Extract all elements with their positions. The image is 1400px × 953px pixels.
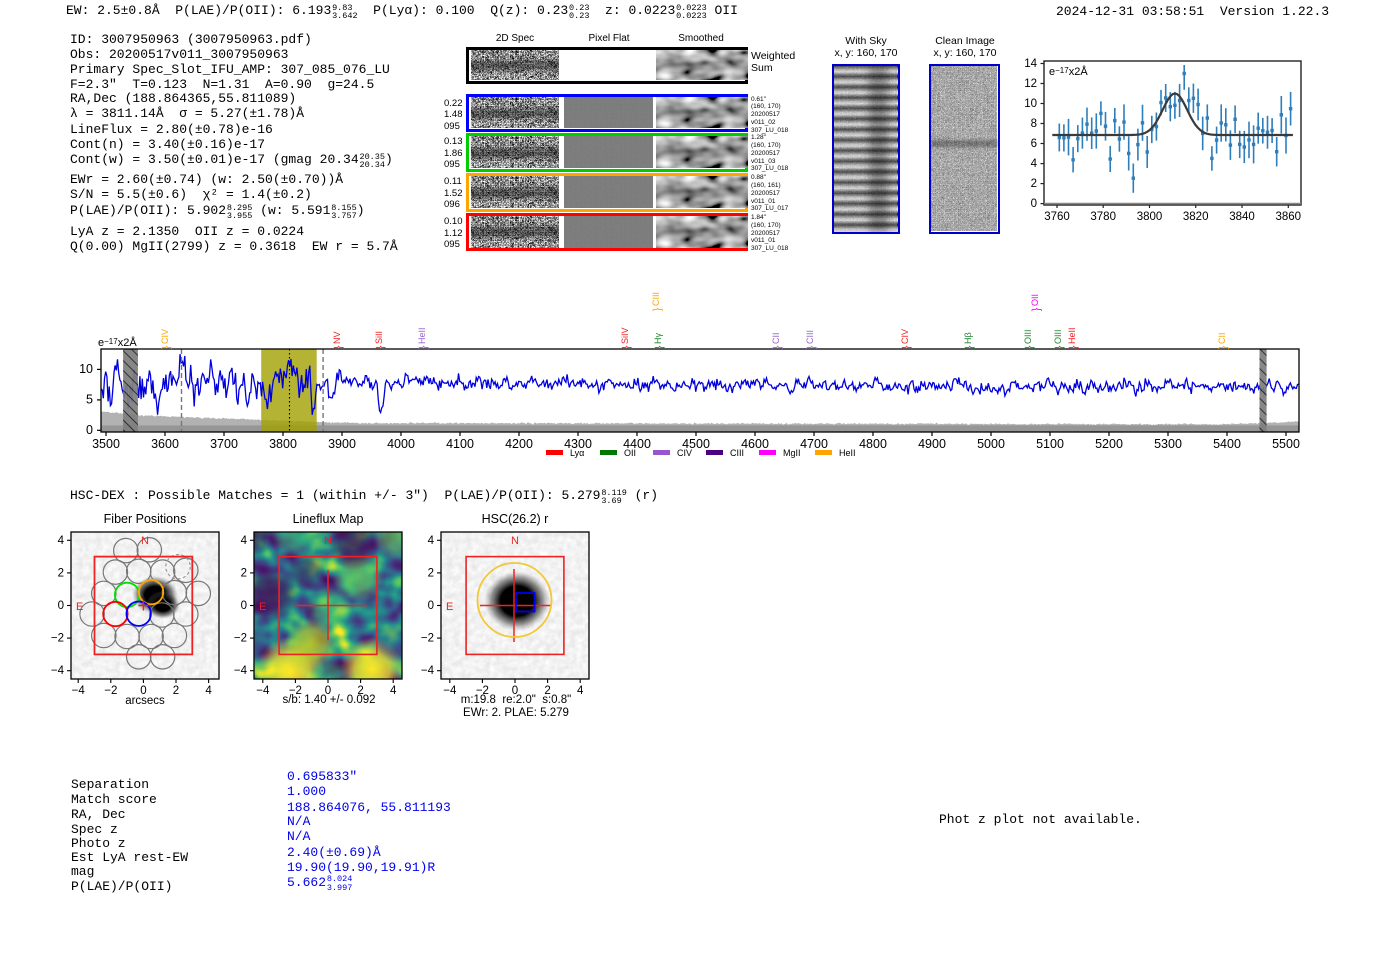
svg-text:4100: 4100 [446, 437, 474, 451]
svg-text:3900: 3900 [328, 437, 356, 451]
svg-text:e−17x2Å: e−17x2Å [98, 336, 137, 349]
svg-text:14: 14 [1024, 58, 1037, 70]
svg-text:−2: −2 [51, 633, 64, 645]
svg-text:5300: 5300 [1154, 437, 1182, 451]
svg-text:−4: −4 [421, 665, 435, 677]
svg-text:2: 2 [241, 567, 247, 579]
svg-text:3800: 3800 [269, 437, 297, 451]
svg-text:4: 4 [428, 535, 435, 547]
svg-text:−2: −2 [234, 633, 247, 645]
svg-text:3800: 3800 [1137, 211, 1163, 223]
svg-text:2: 2 [58, 567, 64, 579]
svg-text:4200: 4200 [505, 437, 533, 451]
svg-text:4: 4 [241, 535, 248, 547]
svg-text:3600: 3600 [151, 437, 179, 451]
svg-text:5500: 5500 [1272, 437, 1300, 451]
svg-text:5200: 5200 [1095, 437, 1123, 451]
svg-text:E: E [76, 601, 83, 613]
svg-text:8: 8 [1031, 118, 1037, 130]
svg-text:0: 0 [58, 600, 64, 612]
svg-text:4800: 4800 [859, 437, 887, 451]
svg-text:4000: 4000 [387, 437, 415, 451]
svg-text:10: 10 [1024, 98, 1037, 110]
svg-text:3500: 3500 [92, 437, 120, 451]
svg-text:10: 10 [79, 362, 93, 376]
svg-text:0: 0 [428, 600, 434, 612]
svg-text:−2: −2 [421, 633, 434, 645]
svg-text:E: E [259, 601, 266, 613]
svg-text:4: 4 [58, 535, 65, 547]
svg-text:6: 6 [1031, 138, 1037, 150]
svg-text:3780: 3780 [1090, 211, 1116, 223]
svg-text:12: 12 [1024, 78, 1037, 90]
svg-text:3820: 3820 [1183, 211, 1209, 223]
svg-text:E: E [446, 601, 453, 613]
svg-text:3700: 3700 [210, 437, 238, 451]
svg-text:3840: 3840 [1229, 211, 1255, 223]
svg-text:N: N [324, 535, 332, 547]
svg-text:5000: 5000 [977, 437, 1005, 451]
svg-text:N: N [141, 535, 149, 547]
svg-text:0: 0 [1031, 198, 1037, 210]
svg-text:5400: 5400 [1213, 437, 1241, 451]
svg-text:e−17x2Å: e−17x2Å [1049, 65, 1088, 78]
svg-text:N: N [511, 535, 519, 547]
svg-text:4900: 4900 [918, 437, 946, 451]
svg-text:3860: 3860 [1276, 211, 1302, 223]
svg-text:−4: −4 [234, 665, 248, 677]
svg-text:0: 0 [241, 600, 247, 612]
svg-text:5: 5 [86, 392, 93, 406]
svg-text:5100: 5100 [1036, 437, 1064, 451]
svg-text:4: 4 [1031, 158, 1038, 170]
svg-text:−4: −4 [51, 665, 65, 677]
svg-text:2: 2 [1031, 178, 1037, 190]
svg-text:0: 0 [86, 423, 93, 437]
svg-text:3760: 3760 [1044, 211, 1070, 223]
svg-text:2: 2 [428, 567, 434, 579]
